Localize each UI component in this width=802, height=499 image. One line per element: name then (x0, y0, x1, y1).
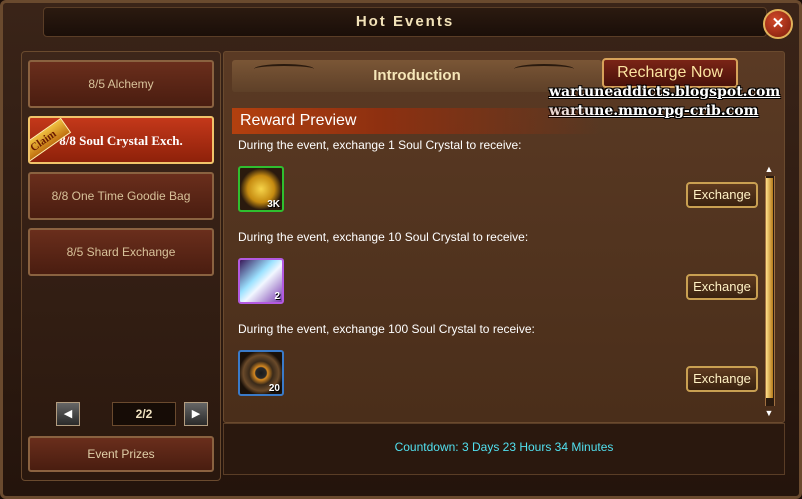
exchange-button[interactable]: Exchange (686, 182, 758, 208)
flourish-right-icon (514, 64, 574, 74)
gold-coin-icon[interactable]: 3K (238, 166, 284, 212)
sidebar-item-label: 8/5 Shard Exchange (66, 244, 176, 259)
sidebar-item-shard-exchange[interactable]: 8/5 Shard Exchange (28, 228, 214, 276)
reward-description: During the event, exchange 100 Soul Crys… (238, 322, 535, 336)
hot-events-window: Hot Events ✕ 8/5 Alchemy Claim 8/8 Soul … (0, 0, 802, 499)
sidebar-item-soul-crystal-exchange[interactable]: Claim 8/8 Soul Crystal Exch. (28, 116, 214, 164)
window-title: Hot Events (43, 7, 767, 37)
reward-description: During the event, exchange 10 Soul Cryst… (238, 230, 529, 244)
introduction-label: Introduction (373, 67, 461, 84)
countdown-bar: Countdown: 3 Days 23 Hours 34 Minutes (223, 423, 785, 475)
sidebar-pager: ◀ 2/2 ▶ (56, 400, 226, 428)
reward-description: During the event, exchange 1 Soul Crysta… (238, 138, 522, 152)
exchange-button[interactable]: Exchange (686, 274, 758, 300)
scroll-thumb[interactable] (766, 178, 773, 398)
countdown-text: Countdown: 3 Days 23 Hours 34 Minutes (394, 440, 614, 454)
rune-disc-icon[interactable]: 20 (238, 350, 284, 396)
event-detail-panel: Introduction Recharge Now wartuneaddicts… (223, 51, 785, 423)
scroll-down-arrow-icon[interactable]: ▼ (762, 408, 776, 418)
item-count: 20 (268, 383, 280, 394)
sidebar-item-label: 8/8 One Time Goodie Bag (51, 188, 191, 203)
crystal-shard-icon[interactable]: 2 (238, 258, 284, 304)
reward-scrollbar[interactable]: ▲ ▼ (762, 164, 776, 419)
page-indicator: 2/2 (112, 402, 176, 426)
sidebar-item-label: 8/8 Soul Crystal Exch. (59, 132, 183, 148)
next-page-button[interactable]: ▶ (184, 402, 208, 426)
exchange-button[interactable]: Exchange (686, 366, 758, 392)
event-sidebar: 8/5 Alchemy Claim 8/8 Soul Crystal Exch.… (21, 51, 221, 481)
item-count: 3K (267, 199, 280, 210)
close-button[interactable]: ✕ (763, 9, 793, 39)
reward-preview-header: Reward Preview (232, 108, 600, 134)
sidebar-item-label: 8/5 Alchemy (88, 76, 154, 91)
sidebar-item-alchemy[interactable]: 8/5 Alchemy (28, 60, 214, 108)
item-count: 2 (274, 291, 280, 302)
prev-page-button[interactable]: ◀ (56, 402, 80, 426)
flourish-left-icon (254, 64, 314, 74)
sidebar-item-goodie-bag[interactable]: 8/8 One Time Goodie Bag (28, 172, 214, 220)
scroll-up-arrow-icon[interactable]: ▲ (762, 164, 776, 174)
watermark-line-1: wartuneaddicts.blogspot.com (549, 84, 781, 100)
event-prizes-button[interactable]: Event Prizes (28, 436, 214, 472)
